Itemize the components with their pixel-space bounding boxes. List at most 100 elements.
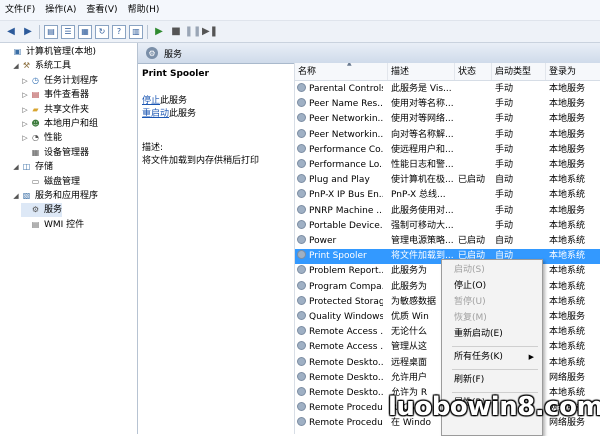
service-name-text: Program Compa... — [309, 281, 383, 292]
service-name: PnP-X IP Bus En... — [297, 188, 383, 203]
column-startup-type[interactable]: 启动类型 — [492, 63, 546, 80]
tree-wmi[interactable]: ▤ WMI 控件 — [21, 218, 84, 232]
service-startup-type: 自动 — [495, 175, 514, 186]
menu-file[interactable]: 文件(F) — [0, 0, 40, 20]
expand-toggle-icon[interactable]: ▷ — [21, 74, 29, 88]
tree-shared-folders[interactable]: ▷ ▰ 共享文件夹 — [21, 103, 89, 117]
expand-toggle-icon[interactable]: ◢ — [12, 59, 20, 73]
restart-service-icon[interactable]: ▶❚ — [202, 25, 218, 39]
service-logon-as: 本地服务 — [549, 312, 586, 322]
tree-root[interactable]: ▣ 计算机管理(本地) — [3, 45, 96, 59]
pause-service-icon[interactable]: ❚❚ — [185, 25, 202, 39]
menu-action[interactable]: 操作(A) — [40, 0, 81, 20]
service-row[interactable]: PNRP Machine ... 此服务使用对... 手动 本地服务 — [295, 204, 600, 219]
toolbox-icon: ⚒ — [22, 61, 31, 71]
tree-system-tools[interactable]: ◢ ⚒ 系统工具 — [12, 59, 71, 73]
service-row[interactable]: Peer Name Res... 使用对等名称... 手动 本地服务 — [295, 97, 600, 112]
service-description: 强制可移动大... — [391, 220, 454, 231]
menu-separator — [452, 369, 538, 370]
menu-view[interactable]: 查看(V) — [81, 0, 122, 20]
restart-service-suffix: 此服务 — [169, 109, 197, 119]
action-pane-icon[interactable]: ▥ — [129, 24, 143, 39]
ctx-pause[interactable]: 暂停(U) — [442, 295, 542, 310]
column-description[interactable]: 描述 — [388, 63, 455, 80]
expand-toggle-icon[interactable]: ◢ — [12, 160, 20, 174]
service-row[interactable]: Portable Device... 强制可移动大... 手动 本地系统 — [295, 219, 600, 234]
expand-toggle-icon[interactable]: ▷ — [21, 103, 29, 117]
column-status[interactable]: 状态 — [455, 63, 492, 80]
expand-toggle-icon[interactable]: ▷ — [21, 131, 29, 145]
service-row[interactable]: Plug and Play 使计算机在极... 已启动 自动 本地系统 — [295, 173, 600, 188]
service-name-text: Remote Deskto... — [309, 388, 383, 398]
show-hide-tree-icon[interactable]: ☰ — [61, 24, 75, 39]
service-row[interactable]: PnP-X IP Bus En... PnP-X 总线... 手动 本地系统 — [295, 188, 600, 203]
wmi-icon: ▤ — [31, 219, 40, 229]
service-startup-type: 手动 — [495, 144, 514, 155]
service-status — [458, 204, 492, 219]
service-row[interactable]: Performance Co... 使远程用户和... 手动 本地服务 — [295, 143, 600, 158]
service-name: Peer Name Res... — [297, 97, 383, 112]
service-description: 使用对等名称... — [391, 99, 454, 110]
service-row[interactable]: Peer Networkin... 使用对等网络... 手动 本地服务 — [295, 112, 600, 127]
ctx-resume[interactable]: 恢复(M) — [442, 311, 542, 326]
tree-storage[interactable]: ◢ ◫ 存储 — [12, 160, 53, 174]
service-row[interactable]: Parental Controls 此服务是 Vis... 手动 本地服务 — [295, 82, 600, 97]
service-description: 使远程用户和... — [391, 144, 454, 155]
tree-device-manager[interactable]: ▦ 设备管理器 — [21, 146, 89, 160]
service-description: 向对等名称解... — [391, 129, 454, 140]
ctx-all-tasks[interactable]: 所有任务(K) ▶ — [442, 350, 542, 365]
start-service-icon[interactable]: ▶ — [152, 25, 166, 39]
service-description: 使计算机在极... — [391, 175, 454, 186]
tree-event-viewer[interactable]: ▷ ▤ 事件查看器 — [21, 88, 89, 102]
service-name-text: Peer Name Res... — [309, 99, 383, 110]
toolbar: ◀ ▶ ▤ ☰ ▦ ↻ ? ▥ ▶ ■ ❚❚ ▶❚ — [0, 21, 600, 43]
service-status: 已启动 — [458, 175, 486, 186]
up-level-icon[interactable]: ▤ — [44, 24, 58, 39]
service-description: 此服务是 Vis... — [391, 84, 452, 94]
expand-toggle-icon[interactable]: ◢ — [12, 189, 20, 203]
ctx-start[interactable]: 启动(S) — [442, 263, 542, 278]
tree-item-label: 计算机管理(本地) — [26, 47, 97, 57]
stop-service-link[interactable]: 停止 — [142, 96, 160, 106]
tree-local-users[interactable]: ▷ ☻ 本地用户和组 — [21, 117, 98, 131]
service-status — [458, 158, 492, 173]
help-icon[interactable]: ? — [112, 24, 126, 39]
service-name-text: PNRP Machine ... — [309, 205, 383, 216]
restart-service-link[interactable]: 重启动 — [142, 109, 169, 119]
service-name: Plug and Play — [297, 173, 383, 188]
service-name-text: Remote Access ... — [309, 327, 383, 338]
submenu-arrow-icon: ▶ — [528, 353, 534, 361]
column-name[interactable]: 名称 — [295, 63, 388, 80]
stop-service-icon[interactable]: ■ — [169, 25, 183, 39]
service-startup-type: 自动 — [495, 236, 514, 246]
performance-icon: ◔ — [32, 133, 39, 143]
column-logon-as[interactable]: 登录为 — [546, 63, 600, 80]
service-name-text: Remote Procedu... — [309, 403, 383, 414]
service-name: Power — [297, 234, 383, 249]
tree-performance[interactable]: ▷ ◔ 性能 — [21, 131, 62, 145]
back-arrow-icon[interactable]: ◀ — [4, 25, 18, 39]
ctx-restart[interactable]: 重新启动(E) — [442, 327, 542, 342]
service-name: Performance Lo... — [297, 158, 383, 173]
tree-disk-management[interactable]: ▭ 磁盘管理 — [21, 175, 80, 189]
expand-toggle-icon[interactable]: ▷ — [21, 88, 29, 102]
service-name-text: Remote Deskto... — [309, 372, 383, 383]
ctx-stop[interactable]: 停止(O) — [442, 279, 542, 294]
menu-help[interactable]: 帮助(H) — [123, 0, 165, 20]
toolbar-divider — [147, 24, 148, 39]
tree-task-scheduler[interactable]: ▷ ◷ 任务计划程序 — [21, 74, 98, 88]
service-logon-as: 本地系统 — [549, 327, 586, 338]
properties-icon[interactable]: ▦ — [78, 24, 92, 39]
services-header-title: 服务 — [164, 49, 183, 60]
refresh-icon[interactable]: ↻ — [95, 24, 109, 39]
service-gear-icon — [297, 295, 306, 305]
service-row[interactable]: Peer Networkin... 向对等名称解... 手动 本地服务 — [295, 128, 600, 143]
service-row[interactable]: Performance Lo... 性能日志和警... 手动 本地服务 — [295, 158, 600, 173]
tree-services[interactable]: ⚙ 服务 — [21, 203, 63, 218]
ctx-refresh[interactable]: 刷新(F) — [442, 373, 542, 388]
service-name-text: Problem Report... — [309, 266, 383, 277]
expand-toggle-icon[interactable]: ▷ — [21, 117, 29, 131]
tree-services-apps[interactable]: ◢ ▧ 服务和应用程序 — [12, 189, 98, 203]
forward-arrow-icon[interactable]: ▶ — [21, 25, 35, 39]
service-row[interactable]: Power 管理电源策略... 已启动 自动 本地系统 — [295, 234, 600, 249]
